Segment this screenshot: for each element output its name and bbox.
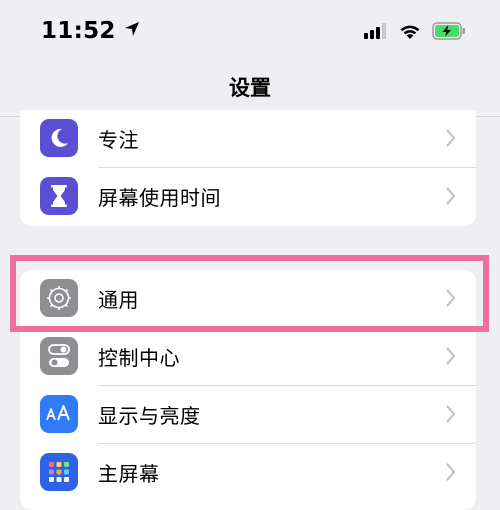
settings-row-home-screen[interactable]: 主屏幕: [20, 444, 476, 502]
settings-row-label: 屏幕使用时间: [98, 186, 221, 210]
settings-row-general[interactable]: 通用: [20, 270, 476, 328]
status-time: 11:52: [41, 18, 116, 44]
settings-row-label: 显示与亮度: [98, 404, 201, 428]
wifi-icon: [398, 22, 422, 44]
time-group: 11:52: [41, 18, 140, 44]
gear-icon: [40, 279, 78, 317]
settings-row-label: 专注: [98, 128, 139, 152]
settings-group-focus: 专注 屏幕使用时间: [20, 110, 476, 226]
moon-icon: [40, 119, 78, 157]
chevron-right-icon: [446, 347, 456, 369]
chevron-right-icon: [446, 129, 456, 151]
status-icons: [364, 22, 466, 44]
page-title: 设置: [229, 76, 271, 100]
hourglass-icon: [40, 177, 78, 215]
settings-group-general: 通用 控制中心 显示与亮度 主屏幕: [20, 270, 476, 510]
text-size-icon: [40, 395, 78, 433]
settings-row-label: 主屏幕: [98, 462, 160, 486]
settings-row-label: 控制中心: [98, 346, 180, 370]
settings-row-control-center[interactable]: 控制中心: [20, 328, 476, 386]
chevron-right-icon: [446, 187, 456, 209]
chevron-right-icon: [446, 405, 456, 427]
status-bar: 11:52: [0, 0, 500, 70]
chevron-right-icon: [446, 289, 456, 311]
settings-row-label: 通用: [98, 288, 139, 312]
settings-row-focus[interactable]: 专注: [20, 110, 476, 168]
toggle-icon: [40, 337, 78, 375]
settings-row-screen-time[interactable]: 屏幕使用时间: [20, 168, 476, 226]
chevron-right-icon: [446, 463, 456, 485]
settings-row-display-brightness[interactable]: 显示与亮度: [20, 386, 476, 444]
battery-charging-icon: [432, 22, 466, 44]
home-grid-icon: [40, 453, 78, 491]
cellular-signal-icon: [364, 23, 388, 43]
location-arrow-icon: [124, 21, 140, 41]
